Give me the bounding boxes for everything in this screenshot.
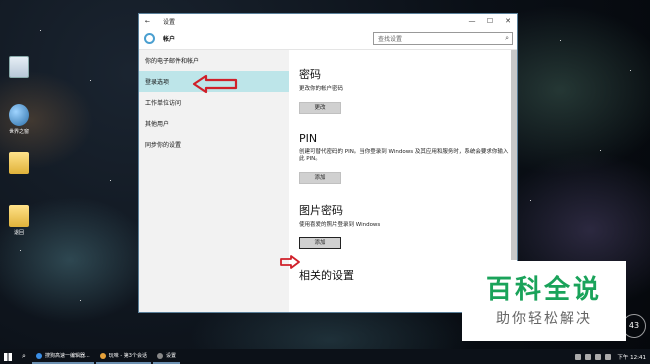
gear-icon bbox=[156, 352, 163, 359]
search-input[interactable]: 查找设置 ⌕ bbox=[373, 32, 513, 45]
network-icon[interactable] bbox=[605, 353, 612, 360]
settings-header: 帐户 查找设置 ⌕ bbox=[139, 28, 517, 50]
app-icon bbox=[99, 352, 106, 359]
system-tray: 下午 12:41 bbox=[571, 353, 650, 361]
sidebar-item-email-accounts[interactable]: 你的电子邮件和帐户 bbox=[139, 50, 289, 71]
taskbar-item-label: 设置 bbox=[165, 353, 176, 359]
browser-globe-icon[interactable]: 世界之窗 bbox=[2, 104, 36, 135]
sidebar-item-sync-settings[interactable]: 同步你的设置 bbox=[139, 134, 289, 155]
maximize-button[interactable]: ☐ bbox=[481, 17, 499, 25]
sidebar-item-label: 其他用户 bbox=[145, 121, 170, 128]
folder-icon[interactable]: 退回 bbox=[2, 205, 36, 236]
window-title: 设置 bbox=[163, 18, 176, 26]
scrollbar[interactable] bbox=[511, 50, 517, 260]
settings-window: ← 设置 — ☐ ✕ 帐户 查找设置 ⌕ 你的电子邮件和帐户 登录选项 工作单位… bbox=[138, 13, 518, 313]
search-icon[interactable]: ⌕ bbox=[16, 349, 32, 364]
taskbar-item[interactable]: 搜狗高速一编辑器... bbox=[32, 349, 94, 364]
taskbar-item-settings[interactable]: 设置 bbox=[152, 349, 180, 364]
taskbar: ⌕ 搜狗高速一编辑器... 玩味 - 第3个会话 设置 下午 12:41 bbox=[0, 349, 650, 364]
password-description: 更改你的帐户密码 bbox=[299, 86, 344, 92]
sidebar-item-label: 你的电子邮件和帐户 bbox=[145, 58, 200, 65]
recycle-bin-icon[interactable] bbox=[2, 56, 36, 80]
pin-description: 创建可替代密码的 PIN。当你登录到 Windows 及其应用和服务时，系统会要… bbox=[299, 148, 509, 163]
watermark-subtitle: 助你轻松解决 bbox=[496, 311, 592, 327]
tray-icon[interactable] bbox=[585, 353, 592, 360]
change-password-button[interactable]: 更改 bbox=[299, 101, 341, 114]
watermark-title: 百科全说 bbox=[485, 275, 602, 305]
folder-icon[interactable] bbox=[2, 152, 36, 176]
desktop-icon-label: 世界之窗 bbox=[8, 129, 29, 135]
close-button[interactable]: ✕ bbox=[499, 17, 517, 25]
minimize-button[interactable]: — bbox=[463, 17, 481, 25]
search-icon[interactable]: ⌕ bbox=[505, 34, 509, 43]
app-icon bbox=[36, 352, 42, 359]
start-button[interactable] bbox=[0, 349, 16, 364]
picture-password-description: 使用喜爱的照片登录到 Windows bbox=[299, 221, 381, 228]
windows-logo-icon bbox=[4, 352, 12, 361]
title-bar: ← 设置 — ☐ ✕ bbox=[139, 14, 517, 28]
password-heading: 密码 bbox=[299, 68, 321, 81]
gear-icon bbox=[144, 33, 155, 44]
volume-icon[interactable] bbox=[595, 353, 602, 360]
red-arrow-icon bbox=[280, 255, 300, 269]
page-title: 帐户 bbox=[163, 36, 176, 43]
sidebar-item-label: 同步你的设置 bbox=[145, 142, 182, 149]
pin-heading: PIN bbox=[299, 131, 318, 145]
taskbar-item-label: 搜狗高速一编辑器... bbox=[45, 353, 90, 359]
desktop-icon-label: 退回 bbox=[13, 230, 24, 236]
picture-password-heading: 图片密码 bbox=[299, 203, 343, 217]
clock-badge: 43 bbox=[622, 314, 646, 338]
clock[interactable]: 下午 12:41 bbox=[617, 353, 646, 361]
taskbar-item[interactable]: 玩味 - 第3个会话 bbox=[95, 349, 151, 364]
sidebar-item-other-users[interactable]: 其他用户 bbox=[139, 113, 289, 134]
sidebar-item-label: 登录选项 bbox=[145, 79, 170, 86]
red-arrow-icon bbox=[192, 74, 238, 94]
sidebar-item-work-access[interactable]: 工作单位访问 bbox=[139, 92, 289, 113]
add-picture-password-button[interactable]: 添加 bbox=[299, 237, 341, 249]
search-placeholder: 查找设置 bbox=[378, 36, 403, 43]
watermark-logo: 百科全说 助你轻松解决 bbox=[462, 261, 626, 341]
back-arrow-icon[interactable]: ← bbox=[145, 18, 155, 25]
taskbar-item-label: 玩味 - 第3个会话 bbox=[108, 353, 147, 359]
sidebar-item-label: 工作单位访问 bbox=[145, 100, 182, 107]
add-pin-button[interactable]: 添加 bbox=[299, 171, 341, 184]
tray-icon[interactable] bbox=[575, 353, 582, 360]
